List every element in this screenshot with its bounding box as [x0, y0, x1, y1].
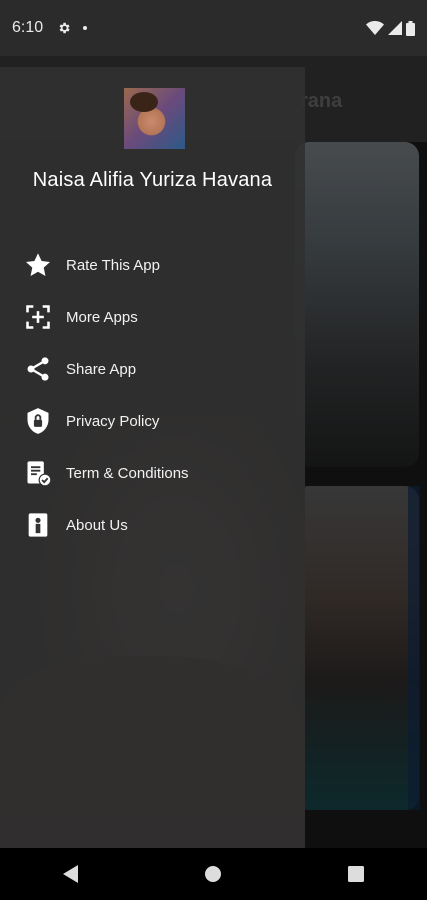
wifi-icon — [366, 21, 384, 35]
menu-label: Privacy Policy — [66, 412, 160, 430]
menu-item-more-apps[interactable]: More Apps — [0, 291, 305, 343]
document-check-icon — [24, 459, 52, 487]
status-bar: 6:10 — [0, 0, 427, 56]
signal-icon — [388, 21, 402, 35]
recents-icon[interactable] — [336, 854, 376, 894]
menu-item-rate-app[interactable]: Rate This App — [0, 239, 305, 291]
menu-item-privacy-policy[interactable]: Privacy Policy — [0, 395, 305, 447]
about-icon — [24, 511, 52, 539]
menu-label: About Us — [66, 516, 128, 534]
status-right-icons — [366, 20, 415, 36]
home-icon[interactable] — [193, 854, 233, 894]
menu-label: Rate This App — [66, 256, 160, 274]
drawer-menu: Rate This App More Apps Share App Privac… — [0, 239, 305, 551]
menu-item-about-us[interactable]: About Us — [0, 499, 305, 551]
menu-item-share-app[interactable]: Share App — [0, 343, 305, 395]
menu-label: Share App — [66, 360, 137, 378]
share-icon — [24, 355, 52, 383]
gear-icon — [59, 22, 70, 34]
menu-item-terms-conditions[interactable]: Term & Conditions — [0, 447, 305, 499]
notification-dot-icon — [83, 26, 88, 30]
status-time: 6:10 — [12, 19, 44, 36]
shield-lock-icon — [24, 407, 52, 435]
system-nav-bar — [0, 848, 427, 900]
drawer-user-name: Naisa Alifia Yuriza Havana — [32, 169, 273, 191]
star-icon — [24, 251, 52, 279]
menu-label: Term & Conditions — [66, 464, 189, 482]
navigation-drawer: Naisa Alifia Yuriza Havana Rate This App… — [0, 67, 305, 848]
more-apps-icon — [24, 303, 52, 331]
battery-icon — [406, 20, 415, 36]
menu-label: More Apps — [66, 308, 138, 326]
back-icon[interactable] — [51, 854, 91, 894]
avatar — [124, 88, 185, 149]
